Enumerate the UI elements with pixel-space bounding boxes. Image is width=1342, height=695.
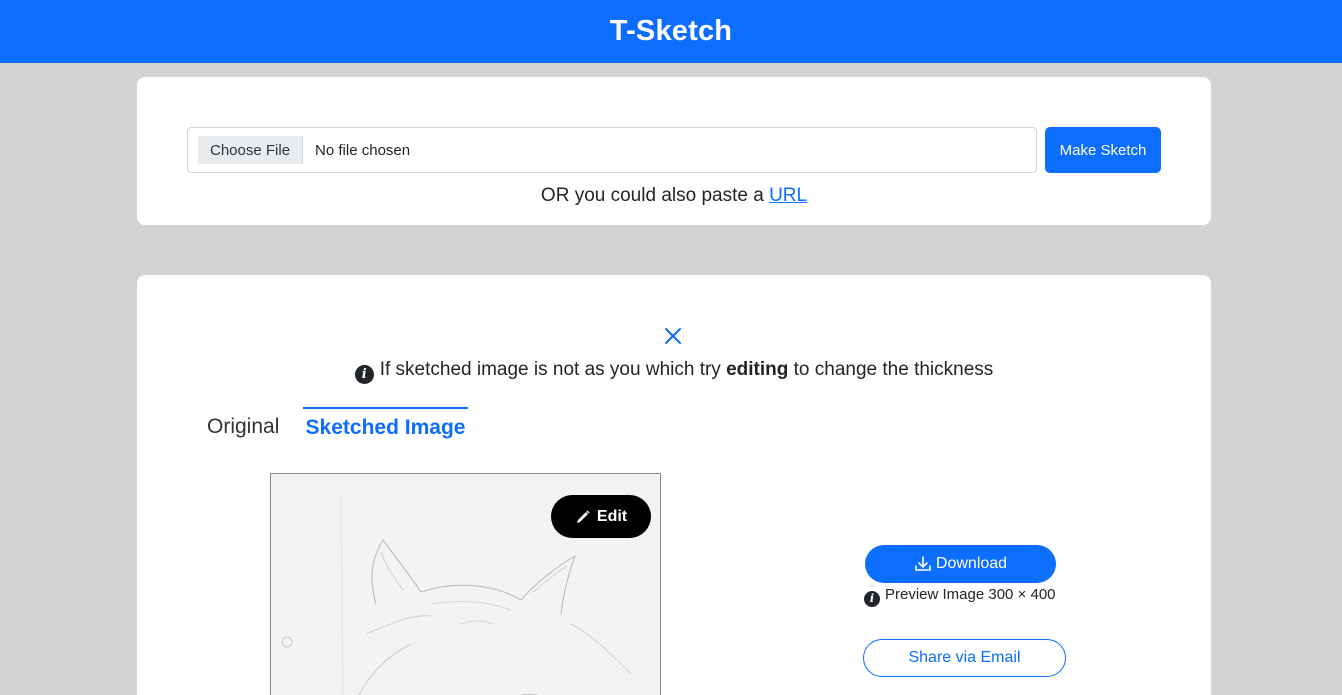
- share-email-button[interactable]: Share via Email: [863, 639, 1066, 677]
- thickness-hint: i If sketched image is not as you which t…: [137, 359, 1211, 384]
- info-icon: i: [864, 591, 880, 607]
- info-icon: i: [354, 365, 374, 384]
- file-status-text: No file chosen: [315, 141, 411, 159]
- download-label: Download: [935, 555, 1008, 572]
- pencil-icon: [575, 509, 591, 525]
- preview-size-text: Preview Image 300 × 400: [885, 586, 1056, 603]
- hint-prefix-text: If sketched image is not as you which tr…: [379, 359, 727, 380]
- upload-card: Choose File No file chosen Make Sketch O…: [137, 77, 1211, 225]
- top-navbar: T-Sketch: [0, 0, 1342, 63]
- paste-prefix-text: OR you could also paste a: [540, 185, 770, 206]
- edit-label: Edit: [596, 507, 628, 525]
- edit-button[interactable]: Edit: [551, 495, 651, 538]
- brand-title[interactable]: T-Sketch: [610, 15, 732, 48]
- choose-file-button[interactable]: Choose File: [198, 136, 304, 164]
- close-icon[interactable]: [662, 325, 684, 347]
- download-icon: [914, 555, 932, 573]
- make-sketch-button[interactable]: Make Sketch: [1045, 127, 1161, 173]
- tab-sketched-image[interactable]: Sketched Image: [303, 407, 468, 447]
- url-link[interactable]: URL: [769, 185, 807, 206]
- hint-bold-text: editing: [726, 359, 789, 380]
- paste-url-line: OR you could also paste a URL: [137, 185, 1211, 207]
- result-card: i If sketched image is not as you which t…: [137, 275, 1211, 695]
- file-input[interactable]: Choose File No file chosen: [187, 127, 1037, 173]
- preview-size-info: i Preview Image 300 × 400: [864, 586, 1056, 607]
- tab-original[interactable]: Original: [207, 407, 279, 447]
- download-button[interactable]: Download: [865, 545, 1056, 583]
- sketched-image: Edit: [270, 473, 661, 695]
- hint-suffix-text: to change the thickness: [788, 359, 994, 380]
